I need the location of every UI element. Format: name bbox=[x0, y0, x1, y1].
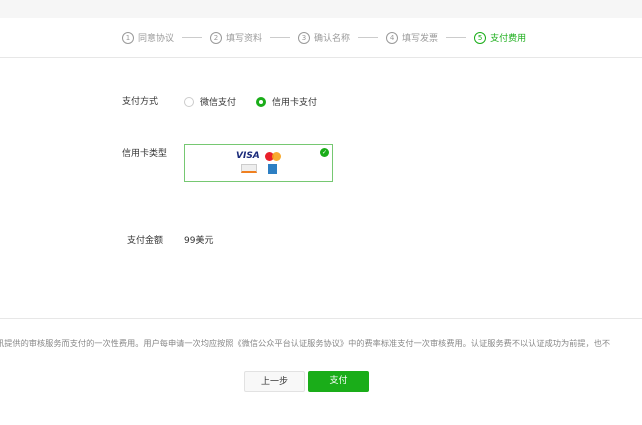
step-number: 5 bbox=[474, 31, 487, 44]
step-label: 填写发票 bbox=[402, 34, 439, 44]
step-label: 填写资料 bbox=[226, 34, 263, 44]
step-number: 1 bbox=[122, 31, 134, 44]
step-label: 确认名称 bbox=[314, 34, 351, 44]
step-divider bbox=[446, 37, 467, 38]
step-5: 5 支付费用 bbox=[474, 31, 526, 44]
discover-logo bbox=[241, 164, 257, 173]
visa-logo: VISA bbox=[236, 151, 260, 161]
step-number: 4 bbox=[386, 31, 399, 44]
amount-value: 99美元 bbox=[184, 236, 214, 246]
mastercard-logo bbox=[265, 152, 281, 161]
card-type-option[interactable]: ✓ VISA bbox=[184, 144, 333, 182]
step-3: 3 确认名称 bbox=[298, 31, 350, 44]
divider bbox=[0, 57, 642, 58]
step-divider bbox=[358, 37, 379, 38]
step-progress: 1 同意协议 2 填写资料 3 确认名称 4 填写发票 5 支付费用 bbox=[122, 31, 526, 44]
step-divider bbox=[182, 37, 203, 38]
card-type-label: 信用卡类型 bbox=[122, 149, 168, 159]
step-2: 2 填写资料 bbox=[210, 31, 262, 44]
step-4: 4 填写发票 bbox=[386, 31, 438, 44]
fee-note: 讯提供的审核服务而支付的一次性费用。用户每申请一次均应按照《微信公众平台认证服务… bbox=[0, 338, 611, 348]
radio-circle-checked[interactable] bbox=[256, 96, 266, 107]
radio-circle[interactable] bbox=[184, 96, 194, 107]
amount-label: 支付金额 bbox=[127, 236, 164, 246]
step-label: 支付费用 bbox=[490, 34, 527, 44]
check-icon: ✓ bbox=[320, 148, 329, 157]
radio-label: 信用卡支付 bbox=[272, 98, 318, 108]
divider bbox=[0, 318, 642, 319]
step-label: 同意协议 bbox=[138, 34, 175, 44]
step-1: 1 同意协议 bbox=[122, 31, 174, 44]
amex-logo bbox=[268, 164, 277, 174]
radio-label: 微信支付 bbox=[200, 98, 237, 108]
step-number: 3 bbox=[298, 31, 311, 44]
radio-wechat-pay[interactable]: 微信支付 bbox=[184, 95, 236, 108]
step-divider bbox=[270, 37, 291, 38]
payment-method-label: 支付方式 bbox=[122, 97, 159, 107]
pay-button[interactable]: 支付 bbox=[308, 371, 369, 392]
top-bar bbox=[0, 0, 642, 18]
step-number: 2 bbox=[210, 31, 223, 44]
previous-step-button[interactable]: 上一步 bbox=[244, 371, 305, 392]
radio-credit-card[interactable]: 信用卡支付 bbox=[256, 95, 317, 108]
